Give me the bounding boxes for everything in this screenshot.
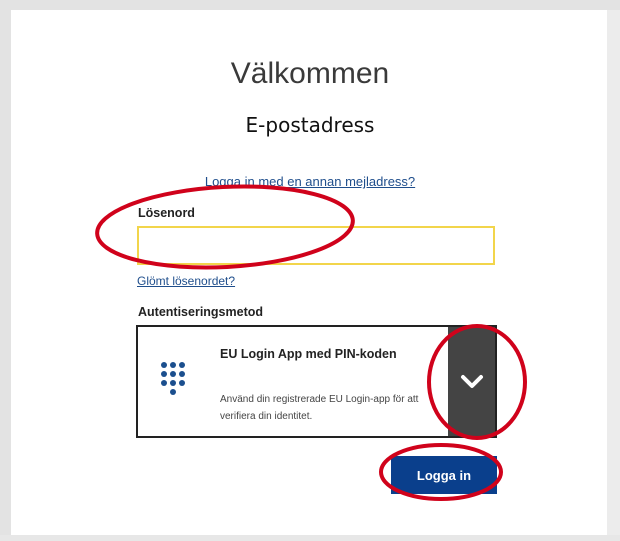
auth-method-label: Autentiseringsmetod (138, 305, 264, 319)
page-title: Välkommen (230, 57, 390, 90)
password-label: Lösenord (138, 206, 195, 220)
window-frame-left (0, 10, 11, 541)
auth-method-dropdown-button[interactable] (448, 327, 495, 436)
password-input[interactable] (137, 226, 495, 265)
keypad-icon (161, 362, 185, 395)
other-email-link[interactable]: Logga in med en annan mejladress? (150, 174, 470, 189)
email-heading: E-postadress (245, 113, 375, 137)
auth-method-description: Använd din registrerade EU Login-app för… (220, 394, 419, 422)
forgot-password-link[interactable]: Glömt lösenordet? (137, 274, 235, 288)
window-frame-right (607, 10, 620, 541)
chevron-down-icon (460, 374, 483, 388)
window-frame-top (0, 0, 620, 10)
window-frame-bottom (0, 535, 620, 541)
auth-method-title: EU Login App med PIN-koden (220, 347, 397, 361)
auth-method-selector[interactable]: EU Login App med PIN-koden Använd din re… (136, 325, 497, 438)
login-button[interactable]: Logga in (391, 456, 497, 494)
